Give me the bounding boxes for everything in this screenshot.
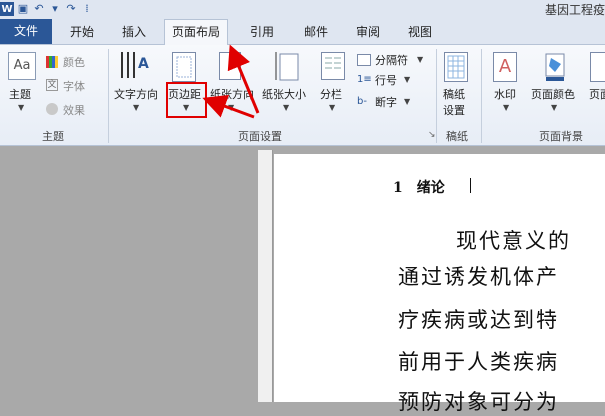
paragraph-mark [470,178,471,193]
vertical-ruler [258,150,273,402]
document-line: 疗疾病或达到特 [398,308,559,332]
document-line: 预防对象可分为 [398,390,559,414]
document-line: 通过诱发机体产 [398,265,559,289]
document-line: 前用于人类疾病 [398,350,559,374]
document-line: 现代意义的 [456,229,571,253]
document-heading: 1 绪论 [393,180,445,196]
